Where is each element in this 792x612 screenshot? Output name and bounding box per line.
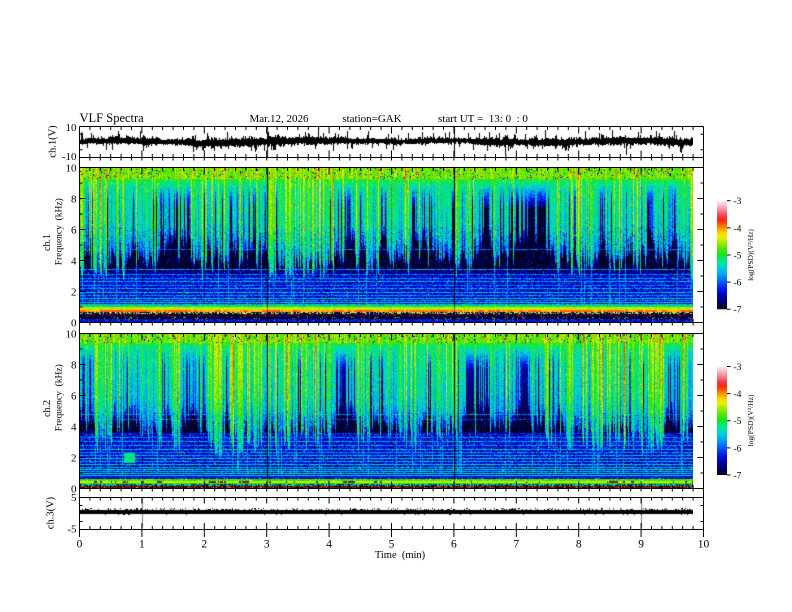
svg-text:2: 2 (201, 538, 207, 550)
svg-text:Time (min): Time (min) (375, 550, 426, 561)
svg-text:7: 7 (513, 538, 519, 550)
svg-text:8: 8 (576, 538, 582, 550)
svg-text:log(PSD)(V²/Hz): log(PSD)(V²/Hz) (746, 229, 755, 281)
svg-text:-7: -7 (734, 306, 742, 316)
svg-text:-3: -3 (734, 197, 742, 207)
svg-text:-4: -4 (734, 224, 742, 234)
svg-text:log(PSD)(V²/Hz): log(PSD)(V²/Hz) (746, 394, 755, 446)
svg-text:5: 5 (389, 538, 395, 550)
svg-text:Frequency (kHz): Frequency (kHz) (54, 198, 65, 265)
svg-text:10: 10 (698, 538, 710, 550)
svg-text:6: 6 (71, 224, 77, 236)
svg-text:-6: -6 (734, 279, 742, 289)
svg-text:10: 10 (66, 162, 78, 174)
svg-text:3: 3 (264, 538, 270, 550)
svg-text:ch.1: ch.1 (42, 234, 53, 251)
svg-text:Frequency (kHz): Frequency (kHz) (54, 364, 65, 431)
svg-text:start UT = 13: 0 : 0: start UT = 13: 0 : 0 (438, 113, 528, 125)
svg-text:station=GAK: station=GAK (342, 113, 401, 125)
svg-text:-5: -5 (734, 251, 742, 261)
svg-text:VLF Spectra: VLF Spectra (80, 111, 145, 125)
svg-text:1: 1 (139, 538, 145, 550)
svg-text:8: 8 (71, 193, 77, 205)
svg-text:2: 2 (71, 452, 77, 464)
svg-text:10: 10 (66, 122, 78, 134)
svg-text:2: 2 (71, 286, 77, 298)
svg-text:-4: -4 (734, 390, 742, 400)
svg-text:8: 8 (71, 359, 77, 371)
svg-text:-5: -5 (67, 523, 77, 535)
svg-text:Mar.12, 2026: Mar.12, 2026 (250, 113, 309, 125)
svg-text:-7: -7 (734, 471, 742, 481)
svg-text:10: 10 (66, 328, 78, 340)
svg-text:4: 4 (326, 538, 332, 550)
svg-text:ch.1(V): ch.1(V) (48, 125, 59, 158)
svg-text:-10: -10 (62, 151, 77, 163)
svg-text:9: 9 (638, 538, 644, 550)
svg-text:6: 6 (71, 390, 77, 402)
svg-text:-3: -3 (734, 363, 742, 373)
svg-text:5: 5 (71, 492, 77, 504)
svg-text:-5: -5 (734, 417, 742, 427)
svg-text:6: 6 (451, 538, 457, 550)
svg-text:4: 4 (71, 421, 77, 433)
svg-text:ch.3(V): ch.3(V) (46, 496, 57, 529)
svg-text:-6: -6 (734, 444, 742, 454)
svg-text:0: 0 (77, 538, 83, 550)
svg-text:ch.2: ch.2 (42, 400, 53, 417)
svg-text:4: 4 (71, 255, 77, 267)
